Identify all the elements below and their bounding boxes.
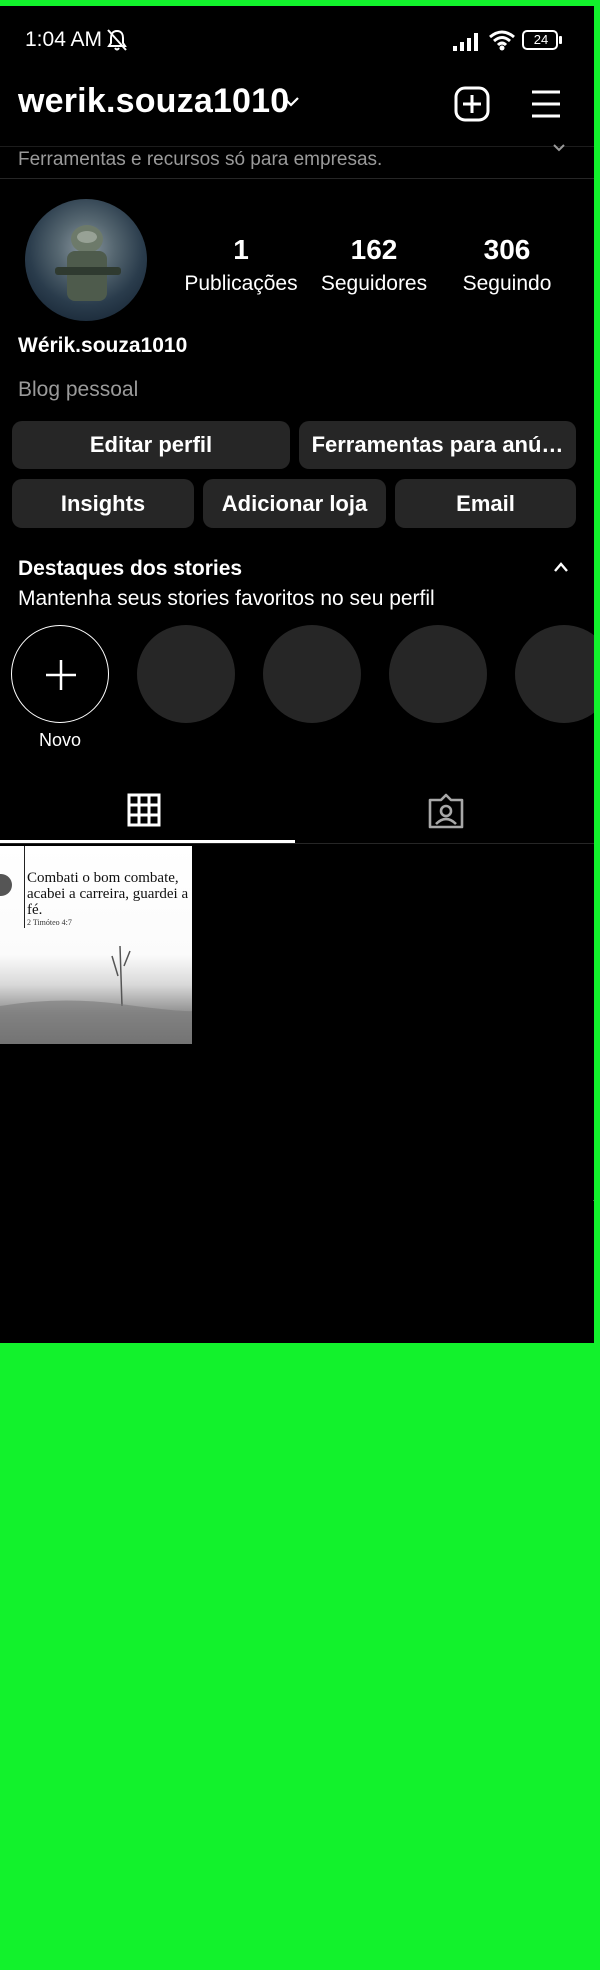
wifi-icon [489,30,515,51]
display-name: Wérik.souza1010 [18,334,188,357]
header-divider [0,146,594,147]
scroll-marker [593,1200,594,1201]
highlights-subtitle: Mantenha seus stories favoritos no seu p… [18,587,435,610]
profile-screen: 1:04 AM 24 werik.souza1010 Ferramentas e… [0,6,594,1343]
edit-profile-button[interactable]: Editar perfil [12,421,290,469]
post-thumbnail[interactable]: Combati o bom combate, acabei a carreira… [0,846,192,1044]
grid-icon[interactable] [126,792,162,828]
stat-followers-label: Seguidores [320,272,428,295]
stat-posts-label: Publicações [184,272,298,295]
new-highlight-label: Novo [38,730,82,750]
post-landscape [0,945,192,1044]
highlight-placeholder [515,625,594,723]
email-button[interactable]: Email [395,479,576,528]
highlight-placeholder [137,625,235,723]
highlight-placeholder [389,625,487,723]
profile-username[interactable]: werik.souza1010 [18,82,289,121]
stat-followers[interactable]: 162 Seguidores [316,234,432,296]
plus-icon [46,660,76,690]
stat-posts[interactable]: 1 Publicações [180,234,302,296]
battery-level: 24 [533,32,549,47]
insights-button[interactable]: Insights [12,479,194,528]
stat-following[interactable]: 306 Seguindo [452,234,562,296]
add-shop-button[interactable]: Adicionar loja [203,479,386,528]
new-highlight-button[interactable] [11,625,109,723]
chevron-down-icon[interactable] [282,96,300,108]
banner-divider [0,178,594,179]
tab-divider [0,843,594,844]
battery-icon: 24 [522,30,564,50]
tagged-icon[interactable] [427,792,465,830]
stat-posts-value: 1 [233,234,249,265]
stat-followers-value: 162 [350,234,398,265]
profile-category: Blog pessoal [18,378,139,401]
chevron-up-icon[interactable] [553,561,569,573]
add-post-icon[interactable] [454,86,490,122]
avatar[interactable] [25,199,147,321]
ad-tools-button[interactable]: Ferramentas para anú… [299,421,576,469]
signal-icon [453,33,478,51]
avatar-image [55,225,121,301]
business-tools-banner[interactable]: Ferramentas e recursos só para empresas. [18,149,382,171]
status-time: 1:04 AM [25,28,103,51]
bell-off-icon [107,29,127,51]
chevron-down-icon[interactable] [552,143,566,153]
menu-icon[interactable] [530,88,562,120]
stat-following-value: 306 [483,234,531,265]
stat-following-label: Seguindo [462,272,552,295]
highlight-placeholder [263,625,361,723]
highlights-title: Destaques dos stories [18,557,243,580]
